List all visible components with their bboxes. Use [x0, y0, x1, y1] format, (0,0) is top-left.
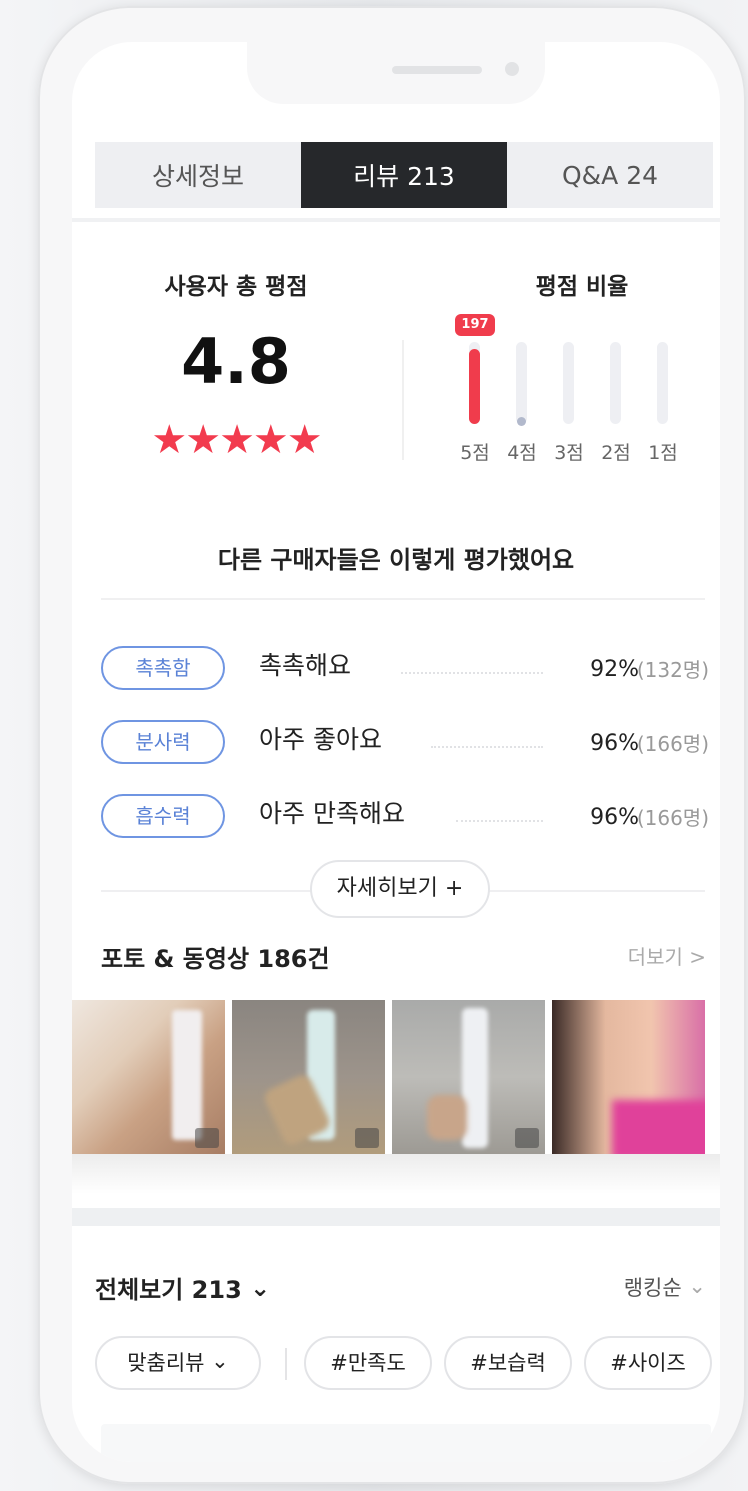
chevron-down-icon: ⌄: [211, 1349, 229, 1373]
dotted-leader: [401, 672, 543, 674]
rating-divider: [402, 340, 404, 460]
all-reviews-dropdown[interactable]: 전체보기 213 ⌄: [95, 1270, 270, 1305]
photo-strip[interactable]: [72, 1000, 720, 1154]
rating-ratio-title: 평점 비율: [535, 274, 629, 300]
tab-details[interactable]: 상세정보: [95, 142, 301, 208]
bar-label-4: 4점: [507, 442, 537, 464]
sort-dropdown[interactable]: 랭킹순 ⌄: [624, 1272, 706, 1302]
see-more-button[interactable]: 자세히보기 +: [310, 860, 490, 918]
bar-fill-4: [517, 417, 526, 426]
bar-track: [469, 342, 480, 424]
hashtag-chip[interactable]: #만족도: [304, 1336, 432, 1390]
evaluation-tag: 촉촉함: [101, 646, 225, 690]
bar-label-5: 5점: [460, 442, 490, 464]
review-card-placeholder: [101, 1424, 711, 1462]
tab-qna[interactable]: Q&A 24: [507, 142, 713, 208]
hashtag-chip[interactable]: #보습력: [444, 1336, 572, 1390]
bar-track: [610, 342, 621, 424]
review-photo[interactable]: [72, 1000, 225, 1154]
evaluation-tag: 흡수력: [101, 794, 225, 838]
photo-object: [427, 1095, 467, 1140]
phone-notch: [247, 42, 545, 104]
chevron-down-icon: ⌄: [250, 1274, 271, 1302]
tabs-divider: [72, 218, 720, 222]
dotted-leader: [431, 746, 543, 748]
front-camera: [505, 62, 519, 76]
rating-ratio-chart: 197 5점 4점 3점 2점 1점: [452, 314, 692, 474]
bar-count-badge: 197: [455, 314, 495, 336]
bar-fill-5: [469, 349, 480, 424]
video-icon: [515, 1128, 539, 1148]
evaluation-tag: 분사력: [101, 720, 225, 764]
review-photo[interactable]: [552, 1000, 705, 1154]
bar-1: 1점: [640, 314, 686, 474]
evaluation-count: (166명): [636, 806, 709, 830]
total-rating-score: 4.8: [181, 325, 291, 398]
bar-label-3: 3점: [554, 442, 584, 464]
custom-review-filter[interactable]: 맞춤리뷰 ⌄: [95, 1336, 261, 1390]
bar-track: [516, 342, 527, 424]
evaluation-count: (166명): [636, 732, 709, 756]
photo-object: [172, 1010, 202, 1140]
evaluation-row: 촉촉함 촉촉해요 92% (132명): [101, 646, 709, 694]
photo-strip-shadow: [72, 1154, 720, 1194]
filter-separator: [285, 1348, 287, 1380]
evaluation-row: 분사력 아주 좋아요 96% (166명): [101, 720, 709, 768]
bar-track: [657, 342, 668, 424]
total-rating-title: 사용자 총 평점: [164, 274, 308, 300]
bar-2: 2점: [593, 314, 639, 474]
bar-5: 197 5점: [452, 314, 498, 474]
section-divider: [72, 1208, 720, 1226]
review-photo[interactable]: [232, 1000, 385, 1154]
bar-3: 3점: [546, 314, 592, 474]
dotted-leader: [456, 820, 543, 822]
hashtag-chip[interactable]: #사이즈: [584, 1336, 712, 1390]
evaluation-text: 촉촉해요: [259, 651, 352, 680]
evaluation-text: 아주 만족해요: [259, 799, 405, 828]
video-icon: [195, 1128, 219, 1148]
custom-review-label: 맞춤리뷰: [127, 1351, 205, 1375]
sort-label: 랭킹순: [623, 1276, 682, 1300]
tab-reviews[interactable]: 리뷰 213: [301, 142, 507, 208]
evaluation-percent: 92%: [590, 657, 639, 682]
review-photo[interactable]: [392, 1000, 545, 1154]
bar-track: [563, 342, 574, 424]
video-icon: [355, 1128, 379, 1148]
bar-label-2: 2점: [601, 442, 631, 464]
review-tabs: 상세정보 리뷰 213 Q&A 24: [95, 142, 713, 208]
all-reviews-label: 전체보기 213: [95, 1276, 242, 1304]
evaluation-row: 흡수력 아주 만족해요 96% (166명): [101, 794, 709, 842]
evaluation-title: 다른 구매자들은 이렇게 평가했어요: [217, 546, 575, 574]
phone-screen: 상세정보 리뷰 213 Q&A 24 사용자 총 평점 4.8 ★★★★★ 평점…: [72, 42, 720, 1462]
chevron-down-icon: ⌄: [688, 1274, 706, 1298]
evaluation-percent: 96%: [590, 805, 639, 830]
review-filters: 맞춤리뷰 ⌄ #만족도 #보습력 #사이즈: [95, 1336, 720, 1392]
evaluation-percent: 96%: [590, 731, 639, 756]
bar-4: 4점: [499, 314, 545, 474]
photo-more-link[interactable]: 더보기 >: [628, 941, 706, 970]
speaker-grille: [392, 66, 482, 74]
evaluation-text: 아주 좋아요: [259, 725, 382, 754]
photo-section-title: 포토 & 동영상 186건: [101, 945, 330, 973]
phone-frame: 상세정보 리뷰 213 Q&A 24 사용자 총 평점 4.8 ★★★★★ 평점…: [38, 6, 746, 1484]
evaluation-divider: [101, 598, 705, 600]
bar-label-1: 1점: [648, 442, 678, 464]
photo-object: [612, 1100, 705, 1154]
star-rating: ★★★★★: [151, 417, 322, 463]
evaluation-count: (132명): [636, 658, 709, 682]
